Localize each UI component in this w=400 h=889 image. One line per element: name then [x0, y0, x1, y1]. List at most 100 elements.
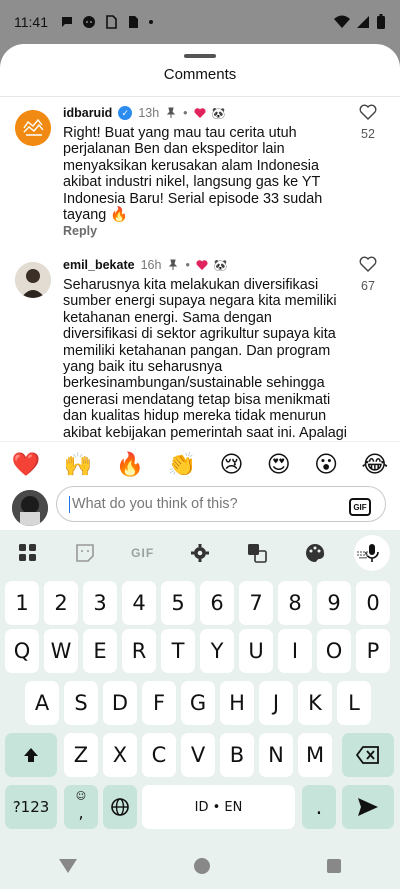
- reply-button[interactable]: Reply: [63, 224, 97, 238]
- emoji-clapping[interactable]: 👏: [168, 451, 197, 478]
- key-r[interactable]: R: [122, 629, 156, 673]
- key-o[interactable]: O: [317, 629, 351, 673]
- comment-username[interactable]: emil_bekate: [63, 258, 135, 272]
- shift-key[interactable]: [5, 733, 57, 777]
- key-t[interactable]: T: [161, 629, 195, 673]
- emoji-fire[interactable]: 🔥: [116, 451, 145, 478]
- key-v[interactable]: V: [181, 733, 215, 777]
- soft-keyboard: GIF 1 2 3 4 5 6 7 8 9 0 Q W E R T Y U I: [0, 530, 400, 889]
- nav-recents-icon[interactable]: [327, 859, 342, 873]
- comment-text: Right! Buat yang mau tau cerita utuh per…: [63, 125, 323, 224]
- chat-icon: [62, 17, 72, 27]
- dot-separator: •: [183, 106, 188, 120]
- keyboard-bottom-row: ?123 ☺ , ID • EN .: [0, 785, 400, 829]
- language-key[interactable]: [103, 785, 137, 829]
- key-h[interactable]: H: [220, 681, 254, 725]
- drag-handle[interactable]: [184, 54, 216, 58]
- smile-icon: ☺: [75, 791, 87, 802]
- key-l[interactable]: L: [337, 681, 371, 725]
- key-4[interactable]: 4: [122, 581, 156, 625]
- emoji-laughing[interactable]: 😂: [361, 451, 388, 478]
- status-time: 11:41: [14, 14, 48, 30]
- key-b[interactable]: B: [220, 733, 254, 777]
- key-d[interactable]: D: [103, 681, 137, 725]
- key-7[interactable]: 7: [239, 581, 273, 625]
- key-6[interactable]: 6: [200, 581, 234, 625]
- keyboard-number-row: 1 2 3 4 5 6 7 8 9 0: [0, 581, 400, 625]
- key-2[interactable]: 2: [44, 581, 78, 625]
- emoji-raising-hands[interactable]: 🙌: [64, 451, 93, 478]
- comment-header: idbaruid ✓ 13h • 🐼: [63, 106, 225, 120]
- key-x[interactable]: X: [103, 733, 137, 777]
- keyboard-row-1: Q W E R T Y U I O P: [0, 629, 400, 673]
- key-f[interactable]: F: [142, 681, 176, 725]
- key-q[interactable]: Q: [5, 629, 39, 673]
- symbols-key[interactable]: ?123: [5, 785, 57, 829]
- emoji-comma-key[interactable]: ☺ ,: [64, 785, 98, 829]
- heart-reaction-icon: [194, 108, 206, 118]
- key-n[interactable]: N: [259, 733, 293, 777]
- sticker-icon[interactable]: [67, 535, 103, 571]
- system-icons: [334, 14, 386, 30]
- key-i[interactable]: I: [278, 629, 312, 673]
- key-z[interactable]: Z: [64, 733, 98, 777]
- heart-outline-icon[interactable]: [359, 256, 377, 272]
- gif-button[interactable]: GIF: [349, 498, 371, 516]
- emoji-heart-eyes[interactable]: 😍: [267, 451, 291, 478]
- key-5[interactable]: 5: [161, 581, 195, 625]
- nav-home-icon[interactable]: [193, 858, 210, 874]
- like-button[interactable]: 52: [356, 104, 380, 141]
- key-g[interactable]: G: [181, 681, 215, 725]
- keyboard-switch-icon[interactable]: [356, 550, 370, 560]
- avatar[interactable]: [15, 262, 51, 298]
- emoji-red-heart[interactable]: ❤️: [12, 451, 41, 478]
- avatar[interactable]: [15, 110, 51, 146]
- key-1[interactable]: 1: [5, 581, 39, 625]
- heart-reaction-icon: [196, 260, 208, 270]
- settings-gear-icon[interactable]: [182, 535, 218, 571]
- comment-time: 13h: [138, 106, 160, 120]
- key-a[interactable]: A: [25, 681, 59, 725]
- wifi-icon: [334, 15, 350, 28]
- key-3[interactable]: 3: [83, 581, 117, 625]
- comment-input[interactable]: What do you think of this? GIF: [56, 486, 386, 522]
- key-s[interactable]: S: [64, 681, 98, 725]
- keyboard-row-2: A S D F G H J K L: [0, 681, 400, 725]
- reddit-icon: [83, 16, 95, 28]
- apps-grid-icon[interactable]: [10, 535, 46, 571]
- like-button[interactable]: 67: [356, 256, 380, 293]
- dot-separator: •: [185, 258, 190, 272]
- pin-icon: [166, 107, 176, 118]
- emoji-surprised[interactable]: 😮: [314, 451, 338, 478]
- emoji-crying[interactable]: 😢: [219, 451, 243, 478]
- key-w[interactable]: W: [44, 629, 78, 673]
- pin-icon: [169, 259, 178, 270]
- space-key[interactable]: ID • EN: [142, 785, 295, 829]
- period-key[interactable]: .: [302, 785, 336, 829]
- my-avatar: [12, 490, 48, 526]
- comment-username[interactable]: idbaruid: [63, 106, 112, 120]
- key-p[interactable]: P: [356, 629, 390, 673]
- translate-icon[interactable]: [239, 535, 275, 571]
- key-9[interactable]: 9: [317, 581, 351, 625]
- creator-badge-emoji: 🐼: [213, 259, 228, 272]
- key-8[interactable]: 8: [278, 581, 312, 625]
- comment-text: Seharusnya kita melakukan diversifikasi …: [63, 277, 347, 457]
- sim-icon: [106, 15, 117, 29]
- gif-tool[interactable]: GIF: [125, 535, 161, 571]
- key-0[interactable]: 0: [356, 581, 390, 625]
- heart-outline-icon[interactable]: [359, 104, 377, 120]
- key-m[interactable]: M: [298, 733, 332, 777]
- key-e[interactable]: E: [83, 629, 117, 673]
- nav-back-icon[interactable]: [58, 859, 77, 873]
- comment-item: emil_bekate 16h • 🐼 Seharusnya kita mela…: [0, 256, 400, 457]
- send-key[interactable]: [342, 785, 394, 829]
- divider: [0, 96, 400, 97]
- backspace-key[interactable]: [342, 733, 394, 777]
- key-j[interactable]: J: [259, 681, 293, 725]
- key-u[interactable]: U: [239, 629, 273, 673]
- key-c[interactable]: C: [142, 733, 176, 777]
- palette-icon[interactable]: [297, 535, 333, 571]
- key-k[interactable]: K: [298, 681, 332, 725]
- key-y[interactable]: Y: [200, 629, 234, 673]
